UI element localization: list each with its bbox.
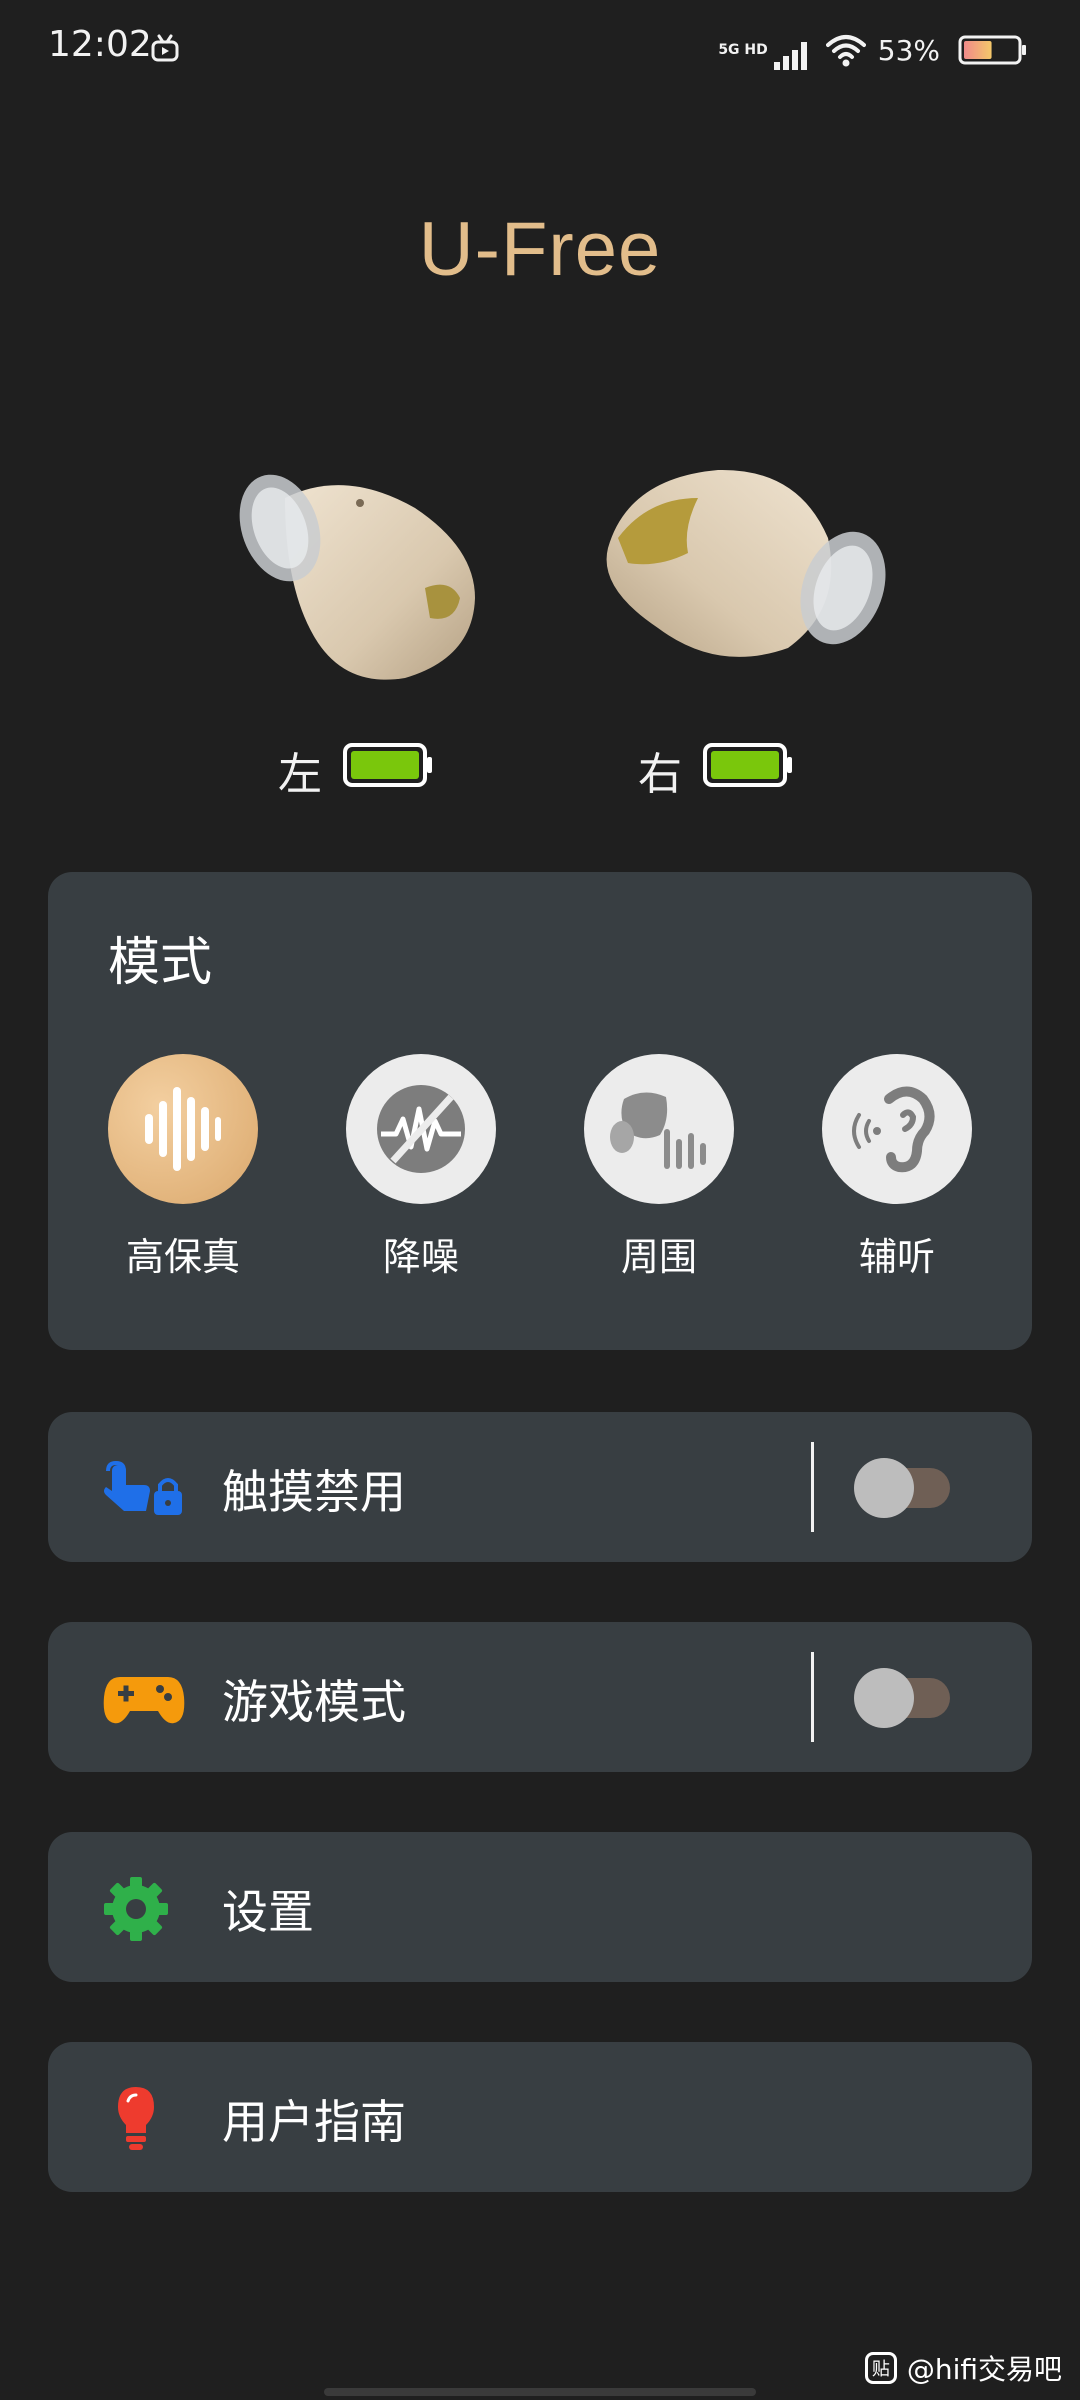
watermark-text: @hifi交易吧 [906, 2353, 1062, 2386]
touch-disable-row[interactable]: 触摸禁用 [48, 1412, 1032, 1562]
network-type: 5G HD [718, 42, 768, 58]
tieba-icon: 贴 [864, 2352, 897, 2384]
right-earbud-label: 右 [638, 749, 682, 800]
row-divider [811, 1652, 814, 1742]
tv-notification-icon [151, 34, 179, 62]
right-battery-icon [703, 743, 792, 787]
settings-label: 设置 [222, 1885, 314, 1939]
settings-row[interactable]: 设置 [48, 1832, 1032, 1982]
wifi-icon [825, 35, 866, 67]
toggle-knob [854, 1458, 914, 1518]
touch-lock-icon [104, 1460, 182, 1515]
soundwave-icon [145, 1087, 221, 1171]
touch-disable-toggle[interactable] [854, 1458, 950, 1518]
mode-hifi-label: 高保真 [125, 1235, 240, 1279]
user-guide-label: 用户指南 [222, 2095, 406, 2149]
mode-anc-label: 降噪 [382, 1235, 459, 1279]
status-icons: 5G HD 53% [718, 28, 1028, 72]
status-bar: 12:02 5G HD 53% [0, 0, 1080, 100]
hearing-aid-icon [852, 1086, 935, 1173]
home-indicator[interactable] [324, 2388, 756, 2396]
mode-hearing-button[interactable]: 辅听 [822, 1054, 972, 1281]
game-mode-row[interactable]: 游戏模式 [48, 1622, 1032, 1772]
toggle-knob [854, 1668, 914, 1728]
mode-ambient-button[interactable]: 周围 [584, 1054, 734, 1281]
mode-title: 模式 [108, 933, 213, 993]
left-earbud-image [239, 474, 475, 680]
app-title: U-Free [418, 207, 662, 292]
noise-cancel-icon [377, 1085, 465, 1173]
mode-hearing-circle[interactable] [822, 1054, 972, 1204]
ambient-icon [610, 1092, 706, 1169]
watermark: 贴 @hifi交易吧 [864, 2348, 1062, 2388]
mode-hifi-circle[interactable] [108, 1054, 258, 1204]
mode-anc-button[interactable]: 降噪 [346, 1054, 496, 1281]
touch-disable-label: 触摸禁用 [222, 1465, 406, 1519]
row-divider [811, 1442, 814, 1532]
game-mode-toggle[interactable] [854, 1668, 950, 1728]
gamepad-icon [103, 1677, 185, 1724]
battery-icon [958, 35, 1026, 65]
gear-icon [104, 1877, 168, 1941]
left-earbud-label: 左 [278, 749, 322, 800]
right-earbud-image [606, 469, 886, 657]
battery-percent: 53% [877, 33, 940, 67]
left-battery-icon [343, 743, 432, 787]
lightbulb-icon [118, 2087, 154, 2150]
mode-card: 模式 高保真 降噪 周围 辅听 [48, 872, 1032, 1350]
mode-hifi-button[interactable]: 高保真 [108, 1054, 258, 1281]
app-screen: 12:02 5G HD 53% U-Free 左 右 模式 高保真 降噪 周围 … [0, 0, 1080, 2400]
signal-icon [773, 42, 807, 70]
game-mode-label: 游戏模式 [222, 1675, 406, 1729]
mode-anc-circle[interactable] [346, 1054, 496, 1204]
status-time: 12:02 [48, 24, 152, 65]
mode-ambient-label: 周围 [620, 1235, 697, 1279]
mode-hearing-label: 辅听 [858, 1235, 935, 1279]
user-guide-row[interactable]: 用户指南 [48, 2042, 1032, 2192]
mode-ambient-circle[interactable] [584, 1054, 734, 1204]
